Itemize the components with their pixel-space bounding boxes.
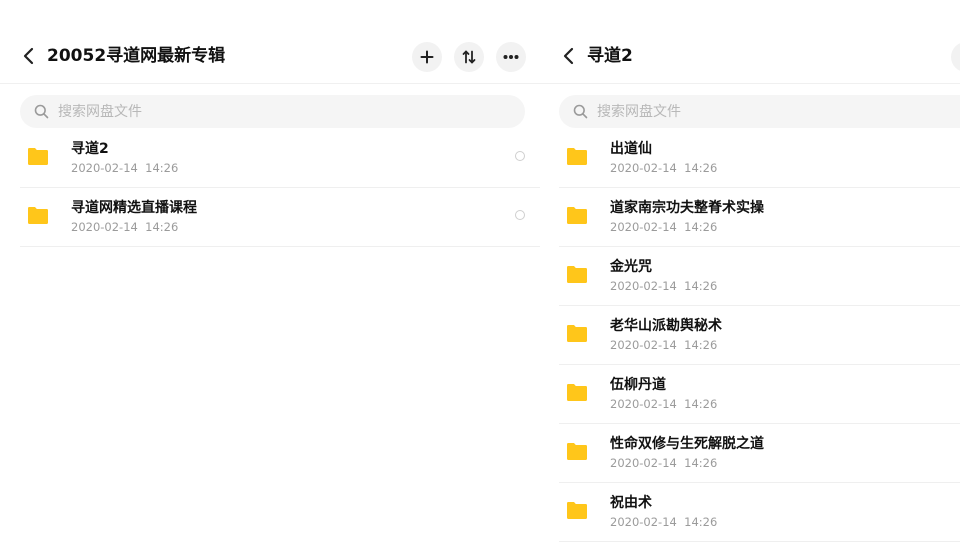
file-date: 2020-02-14 14:26 (71, 220, 179, 234)
file-date: 2020-02-14 14:26 (610, 338, 718, 352)
file-date: 2020-02-14 14:26 (71, 161, 179, 175)
file-name: 伍柳丹道 (610, 377, 666, 393)
file-date: 2020-02-14 14:26 (610, 397, 718, 411)
file-name: 祝由术 (610, 495, 652, 511)
file-name: 寻道网精选直播课程 (71, 200, 197, 216)
split-screen: 20052寻道网最新专辑 搜索网盘文件 寻道2 2020-02-14 14:26… (0, 0, 960, 556)
file-row[interactable]: 性命双修与生死解脱之道 2020-02-14 14:26 (559, 424, 960, 483)
folder-icon (28, 206, 48, 224)
select-radio[interactable] (515, 210, 525, 220)
file-date: 2020-02-14 14:26 (610, 279, 718, 293)
right-panel: 寻道2 出道仙 2020-02-14 14:26 道家南宗功夫整脊术实操 202… (540, 0, 960, 556)
sort-button[interactable] (454, 42, 484, 72)
file-name: 性命双修与生死解脱之道 (610, 436, 764, 452)
file-row[interactable]: 寻道网精选直播课程 2020-02-14 14:26 (20, 188, 540, 247)
left-panel: 20052寻道网最新专辑 搜索网盘文件 寻道2 2020-02-14 14:26… (0, 0, 540, 556)
search-input[interactable] (597, 95, 960, 128)
chevron-left-icon[interactable] (22, 46, 36, 66)
search-bar[interactable] (559, 95, 960, 128)
search-icon (34, 104, 49, 119)
page-title: 寻道2 (587, 46, 633, 66)
folder-icon (567, 383, 587, 401)
left-header: 20052寻道网最新专辑 (0, 0, 540, 84)
file-date: 2020-02-14 14:26 (610, 161, 718, 175)
search-icon (573, 104, 588, 119)
search-input[interactable] (58, 95, 515, 128)
chevron-left-icon[interactable] (562, 46, 576, 66)
file-date: 2020-02-14 14:26 (610, 515, 718, 529)
folder-icon (567, 206, 587, 224)
folder-icon (567, 265, 587, 283)
page-title: 20052寻道网最新专辑 (47, 46, 226, 66)
file-date: 2020-02-14 14:26 (610, 220, 718, 234)
add-button[interactable] (951, 42, 960, 72)
file-name: 道家南宗功夫整脊术实操 (610, 200, 764, 216)
folder-icon (567, 324, 587, 342)
file-row[interactable]: 老华山派勘舆秘术 2020-02-14 14:26 (559, 306, 960, 365)
file-row[interactable]: 道家南宗功夫整脊术实操 2020-02-14 14:26 (559, 188, 960, 247)
file-date: 2020-02-14 14:26 (610, 456, 718, 470)
plus-icon (420, 50, 434, 64)
file-name: 金光咒 (610, 259, 652, 275)
folder-icon (567, 147, 587, 165)
folder-icon (28, 147, 48, 165)
right-header: 寻道2 (540, 0, 960, 84)
folder-icon (567, 501, 587, 519)
file-row[interactable]: 祝由术 2020-02-14 14:26 (559, 483, 960, 542)
search-bar[interactable] (20, 95, 525, 128)
file-name: 出道仙 (610, 141, 652, 157)
more-horizontal-icon (503, 54, 519, 60)
more-button[interactable] (496, 42, 526, 72)
select-radio[interactable] (515, 151, 525, 161)
file-name: 寻道2 (71, 141, 109, 157)
add-button[interactable] (412, 42, 442, 72)
folder-icon (567, 442, 587, 460)
sort-icon (461, 49, 477, 65)
file-name: 老华山派勘舆秘术 (610, 318, 722, 334)
file-row[interactable]: 出道仙 2020-02-14 14:26 (559, 129, 960, 188)
file-row[interactable]: 寻道2 2020-02-14 14:26 (20, 129, 540, 188)
file-row[interactable]: 金光咒 2020-02-14 14:26 (559, 247, 960, 306)
file-row[interactable]: 伍柳丹道 2020-02-14 14:26 (559, 365, 960, 424)
